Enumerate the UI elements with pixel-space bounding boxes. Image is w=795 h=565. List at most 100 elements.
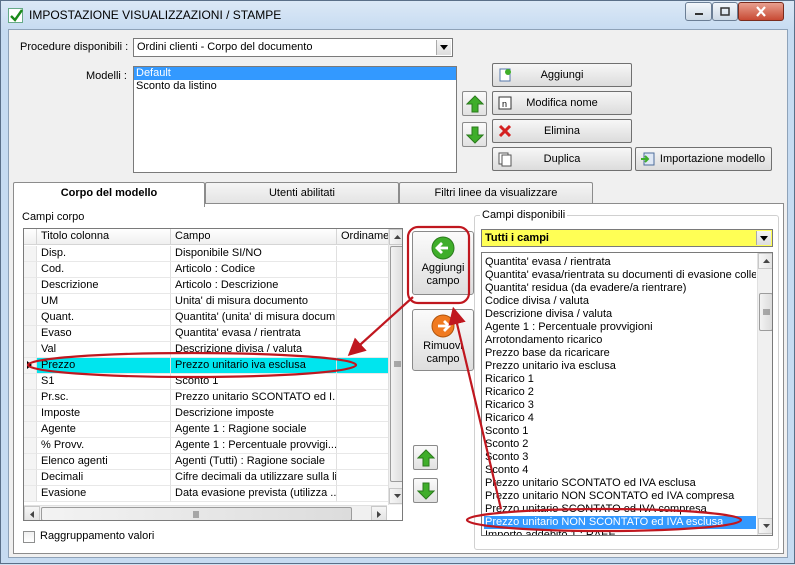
add-field-button[interactable]: Aggiungi campo: [412, 231, 474, 295]
grid-hscroll-thumb[interactable]: [41, 507, 352, 520]
maximize-button[interactable]: [712, 2, 738, 21]
scroll-up-icon[interactable]: [389, 229, 402, 245]
model-list-item[interactable]: Default: [134, 67, 456, 80]
row-header[interactable]: [24, 262, 37, 278]
move-field-down-button[interactable]: [413, 478, 438, 503]
row-header[interactable]: [24, 470, 37, 486]
cell-order[interactable]: [337, 406, 389, 422]
row-header[interactable]: [24, 278, 37, 294]
scroll-right-icon[interactable]: [371, 506, 387, 520]
cell-order[interactable]: [337, 278, 389, 294]
grouping-checkbox[interactable]: [23, 531, 35, 543]
cell-field[interactable]: Sconto 1: [171, 374, 337, 390]
available-filter-select[interactable]: Tutti i campi: [481, 229, 773, 247]
available-field-item[interactable]: Ricarico 2: [484, 386, 756, 399]
cell-title[interactable]: Agente: [37, 422, 171, 438]
table-row[interactable]: Decimali Cifre decimali da utilizzare sul…: [24, 470, 389, 486]
row-header[interactable]: [24, 374, 37, 390]
row-header[interactable]: [24, 342, 37, 358]
procedure-select[interactable]: Ordini clienti - Corpo del documento: [133, 38, 453, 57]
grid-vertical-scrollbar[interactable]: [388, 229, 402, 505]
cell-title[interactable]: Disp.: [37, 246, 171, 262]
available-field-item[interactable]: Quantita' residua (da evadere/a rientrar…: [484, 282, 756, 295]
scroll-up-icon[interactable]: [758, 253, 772, 269]
minimize-button[interactable]: [685, 2, 712, 21]
cell-order[interactable]: [337, 358, 389, 374]
remove-field-button[interactable]: Rimuovi campo: [412, 309, 474, 371]
cell-title[interactable]: Imposte: [37, 406, 171, 422]
row-header[interactable]: [24, 422, 37, 438]
model-list-item[interactable]: Sconto da listino: [134, 80, 456, 93]
cell-order[interactable]: [337, 438, 389, 454]
available-field-item[interactable]: Prezzo unitario iva esclusa: [484, 360, 756, 373]
available-field-item[interactable]: Prezzo unitario SCONTATO ed IVA esclusa: [484, 477, 756, 490]
cell-title[interactable]: Quant.: [37, 310, 171, 326]
cell-title[interactable]: Cod.: [37, 262, 171, 278]
available-field-item[interactable]: Prezzo unitario NON SCONTATO ed IVA comp…: [484, 490, 756, 503]
row-header[interactable]: [24, 310, 37, 326]
table-row[interactable]: Agente Agente 1 : Ragione sociale: [24, 422, 389, 438]
table-row[interactable]: Imposte Descrizione imposte: [24, 406, 389, 422]
row-header[interactable]: [24, 390, 37, 406]
row-header[interactable]: [24, 454, 37, 470]
cell-field[interactable]: Descrizione divisa / valuta: [171, 342, 337, 358]
available-field-item[interactable]: Prezzo base da ricaricare: [484, 347, 756, 360]
table-row[interactable]: Cod. Articolo : Codice: [24, 262, 389, 278]
cell-field[interactable]: Agente 1 : Ragione sociale: [171, 422, 337, 438]
cell-title[interactable]: Pr.sc.: [37, 390, 171, 406]
table-row[interactable]: Prezzo Prezzo unitario iva esclusa: [24, 358, 389, 374]
cell-order[interactable]: [337, 310, 389, 326]
cell-title[interactable]: Val: [37, 342, 171, 358]
cell-title[interactable]: Decimali: [37, 470, 171, 486]
available-field-item[interactable]: Sconto 3: [484, 451, 756, 464]
available-field-item[interactable]: Prezzo unitario SCONTATO ed IVA compresa: [484, 503, 756, 516]
add-model-button[interactable]: Aggiungi: [492, 63, 632, 87]
cell-field[interactable]: Quantita' (unita' di misura docum...: [171, 310, 337, 326]
move-model-down-button[interactable]: [462, 122, 487, 147]
column-header-field[interactable]: Campo: [171, 229, 337, 245]
cell-field[interactable]: Quantita' evasa / rientrata: [171, 326, 337, 342]
table-row[interactable]: Pr.sc. Prezzo unitario SCONTATO ed I...: [24, 390, 389, 406]
column-header-title[interactable]: Titolo colonna: [37, 229, 171, 245]
import-model-button[interactable]: Importazione modello: [635, 147, 772, 171]
cell-field[interactable]: Descrizione imposte: [171, 406, 337, 422]
cell-order[interactable]: [337, 262, 389, 278]
available-field-item[interactable]: Importo addebito 1 : RAEE: [484, 529, 756, 535]
cell-order[interactable]: [337, 374, 389, 390]
available-field-item[interactable]: Quantita' evasa/rientrata su documenti d…: [484, 269, 756, 282]
cell-title[interactable]: Evasione: [37, 486, 171, 502]
cell-field[interactable]: Agenti (Tutti) : Ragione sociale: [171, 454, 337, 470]
available-field-item[interactable]: Sconto 4: [484, 464, 756, 477]
available-field-item[interactable]: Ricarico 3: [484, 399, 756, 412]
rename-model-button[interactable]: n Modifica nome: [492, 91, 632, 115]
cell-field[interactable]: Cifre decimali da utilizzare sulla li...: [171, 470, 337, 486]
available-field-item[interactable]: Sconto 1: [484, 425, 756, 438]
models-list[interactable]: Default Sconto da listino: [133, 66, 457, 173]
chevron-down-icon[interactable]: [436, 40, 451, 55]
row-header[interactable]: [24, 246, 37, 262]
cell-title[interactable]: UM: [37, 294, 171, 310]
cell-order[interactable]: [337, 454, 389, 470]
tab-corpo-del-modello[interactable]: Corpo del modello: [13, 182, 205, 207]
current-row-indicator-icon[interactable]: [24, 358, 37, 374]
table-row[interactable]: Evasione Data evasione prevista (utilizza…: [24, 486, 389, 502]
grid-scroll-thumb[interactable]: [390, 246, 402, 482]
cell-order[interactable]: [337, 390, 389, 406]
table-row[interactable]: S1 Sconto 1: [24, 374, 389, 390]
row-header[interactable]: [24, 326, 37, 342]
fields-grid[interactable]: Titolo colonna Campo Ordinamen Disp.Disp…: [23, 228, 403, 521]
scroll-down-icon[interactable]: [758, 518, 772, 534]
cell-title[interactable]: Prezzo: [37, 358, 171, 374]
row-header[interactable]: [24, 294, 37, 310]
row-header[interactable]: [24, 406, 37, 422]
cell-order[interactable]: [337, 246, 389, 262]
delete-model-button[interactable]: Elimina: [492, 119, 632, 143]
table-row[interactable]: UM Unita' di misura documento: [24, 294, 389, 310]
available-field-item[interactable]: Sconto 2: [484, 438, 756, 451]
cell-title[interactable]: Descrizione: [37, 278, 171, 294]
table-row[interactable]: Disp. Disponibile SI/NO: [24, 246, 389, 262]
cell-order[interactable]: [337, 342, 389, 358]
available-vertical-scrollbar[interactable]: [757, 253, 772, 535]
scroll-left-icon[interactable]: [24, 506, 40, 520]
available-fields-list[interactable]: Quantita' evasa / rientrata Quantita' eva…: [481, 252, 773, 536]
